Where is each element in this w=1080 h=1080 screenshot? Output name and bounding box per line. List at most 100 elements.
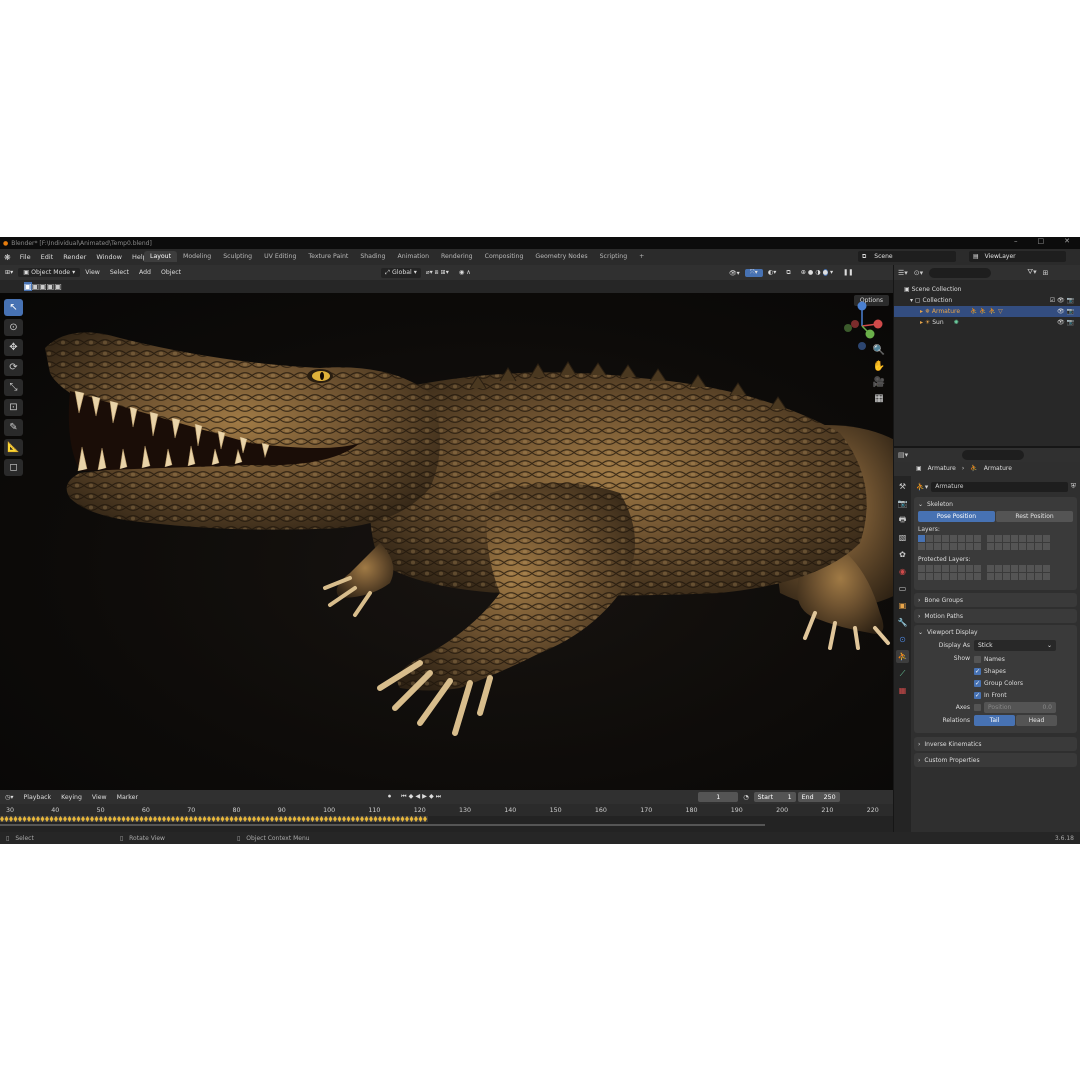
display-as-dropdown[interactable]: Stick ⌄ — [974, 639, 1056, 651]
custom-properties-panel[interactable]: › Custom Properties — [914, 753, 1077, 767]
grid-view-icon[interactable]: ▦ — [874, 393, 883, 404]
transform-orientation[interactable]: ⤢ Global ▾ — [381, 267, 421, 278]
select-mode-icons[interactable]: ▣▣▣▣▣ — [24, 282, 62, 291]
tool-tab-icon[interactable]: ⚒ — [896, 480, 909, 493]
start-frame-field[interactable]: Start 1 — [753, 792, 796, 802]
rest-position-button[interactable]: Rest Position — [996, 511, 1073, 522]
menu-file[interactable]: File — [15, 253, 36, 261]
axes-position-field[interactable]: Position 0.0 — [984, 702, 1056, 713]
axes-checkbox[interactable] — [974, 704, 981, 711]
group-colors-checkbox[interactable]: ✓ Group Colors — [974, 677, 1023, 689]
add-cube-tool-icon[interactable]: ◻ — [4, 459, 23, 476]
properties-editor-icon[interactable]: ▤▾ — [898, 451, 908, 459]
world-tab-icon[interactable]: ◉ — [896, 565, 909, 578]
proportional-edit-icon[interactable]: ◉ ∧ — [454, 269, 476, 276]
end-frame-field[interactable]: End 250 — [797, 792, 840, 802]
transform-tool-icon[interactable]: ⊡ — [4, 399, 23, 416]
scene-selector[interactable]: ⧉ Scene — [858, 251, 956, 262]
tab-compositing[interactable]: Compositing — [479, 251, 530, 262]
close-icon[interactable]: ✕ — [1064, 237, 1070, 245]
tab-shading[interactable]: Shading — [354, 251, 391, 262]
3d-viewport[interactable]: ↖ ⊙ ✥ ⟳ ⤡ ⊡ ✎ 📐 ◻ Options 🔍 ✋ 🎥 ▦ — [0, 293, 893, 790]
protected-layers-grid[interactable] — [914, 565, 1077, 580]
maximize-icon[interactable]: □ — [1038, 237, 1045, 245]
armature-toggles[interactable]: 👁 📷 — [1057, 306, 1074, 317]
timeline-menu-view[interactable]: View — [87, 794, 112, 801]
cursor-tool-icon[interactable]: ⊙ — [4, 319, 23, 336]
camera-icon[interactable]: 🎥 — [873, 377, 885, 388]
scale-tool-icon[interactable]: ⤡ — [4, 379, 23, 396]
timeline-menu-marker[interactable]: Marker — [112, 794, 143, 801]
timeline-menu-keying[interactable]: Keying — [56, 794, 87, 801]
menu-select[interactable]: Select — [105, 269, 134, 276]
menu-view[interactable]: View — [80, 269, 105, 276]
measure-tool-icon[interactable]: 📐 — [4, 439, 23, 456]
playback-controls[interactable]: ⏮◆◀▶◆⏭ — [396, 793, 448, 801]
shading-modes[interactable]: ⊕ ● ◑ ● ▾ — [796, 269, 838, 276]
add-workspace-icon[interactable]: + — [633, 251, 650, 262]
inverse-kinematics-panel[interactable]: › Inverse Kinematics — [914, 737, 1077, 751]
select-box-tool-icon[interactable]: ↖ — [4, 299, 23, 316]
relations-tail-button[interactable]: Tail — [974, 715, 1015, 726]
scene-tab-icon[interactable]: ✿ — [896, 548, 909, 561]
in-front-checkbox[interactable]: ✓ In Front — [974, 689, 1023, 701]
tab-sculpting[interactable]: Sculpting — [217, 251, 258, 262]
relations-head-button[interactable]: Head — [1016, 715, 1057, 726]
view-layer-selector[interactable]: ▤ ViewLayer — [969, 251, 1066, 262]
outliner-editor-icon[interactable]: ☰▾ — [898, 269, 908, 277]
constraint-tab-icon[interactable]: ⊙ — [896, 633, 909, 646]
tab-scripting[interactable]: Scripting — [594, 251, 634, 262]
timeline-keyframes[interactable] — [0, 816, 893, 832]
bone-tab-icon[interactable]: ⟋ — [896, 667, 909, 680]
modifier-tab-icon[interactable]: 🔧 — [896, 616, 909, 629]
collection-toggles[interactable]: ☑ 👁 📷 — [1050, 295, 1074, 306]
shapes-checkbox[interactable]: ✓ Shapes — [974, 665, 1023, 677]
tab-modeling[interactable]: Modeling — [177, 251, 217, 262]
pause-icon[interactable]: ❚❚ — [838, 269, 858, 276]
tab-layout[interactable]: Layout — [144, 251, 178, 262]
timeline-menu-playback[interactable]: Playback — [19, 794, 57, 801]
menu-render[interactable]: Render — [58, 253, 91, 261]
bone-groups-panel[interactable]: › Bone Groups — [914, 593, 1077, 607]
menu-add[interactable]: Add — [134, 269, 156, 276]
tab-animation[interactable]: Animation — [391, 251, 435, 262]
scene-collection-row[interactable]: ▣ Scene Collection — [904, 284, 1080, 295]
blender-menu-icon[interactable]: ❋ — [0, 253, 15, 262]
menu-object[interactable]: Object — [156, 269, 186, 276]
sun-toggles[interactable]: 👁 📷 — [1057, 317, 1074, 328]
armature-browse-icon[interactable]: ⛹▾ — [916, 483, 928, 491]
motion-paths-panel[interactable]: › Motion Paths — [914, 609, 1077, 623]
timeline-ruler[interactable]: 30 40 50 60 70 80 90 100 110 120 130 140 150 160 170 18… — [0, 804, 893, 816]
outliner-item-armature[interactable]: ▸ ✵ Armature ⛹ ⛹ ⛹ ▽ 👁 📷 — [894, 306, 1080, 317]
rotate-tool-icon[interactable]: ⟳ — [4, 359, 23, 376]
new-collection-icon[interactable]: ⊞ — [1043, 269, 1049, 277]
data-name-field[interactable]: Armature — [931, 481, 1068, 492]
pose-position-button[interactable]: Pose Position — [918, 511, 995, 522]
outliner-search[interactable] — [929, 267, 992, 278]
record-button[interactable]: ⏺ — [383, 793, 396, 801]
outliner-item-sun[interactable]: ▸ ☀ Sun ✺ 👁 📷 — [904, 317, 1080, 328]
xray-icon[interactable]: ⧉ — [781, 269, 795, 277]
current-frame-field[interactable]: 1 — [698, 792, 739, 802]
editor-type-icon[interactable]: ⊞▾ — [0, 269, 18, 276]
pan-hand-icon[interactable]: ✋ — [873, 361, 885, 372]
overlay-toggle-icon[interactable]: ◐▾ — [763, 269, 782, 276]
names-checkbox[interactable]: Names — [974, 653, 1023, 665]
minimize-icon[interactable]: – — [1014, 237, 1018, 245]
skeleton-header[interactable]: ⌄ Skeleton — [914, 497, 1077, 511]
properties-search[interactable] — [962, 450, 1025, 460]
menu-edit[interactable]: Edit — [36, 253, 59, 261]
tab-geometry-nodes[interactable]: Geometry Nodes — [529, 251, 593, 262]
mode-selector[interactable]: ▣ Object Mode ▾ — [18, 268, 81, 277]
texture-tab-icon[interactable]: ▦ — [896, 684, 909, 697]
tab-texture-paint[interactable]: Texture Paint — [302, 251, 354, 262]
display-mode-icon[interactable]: ⊙▾ — [914, 269, 923, 277]
gizmo-toggle-icon[interactable]: ⤧▾ — [744, 268, 763, 277]
annotate-tool-icon[interactable]: ✎ — [4, 419, 23, 436]
fake-user-icon[interactable]: ⛨ — [1071, 482, 1076, 491]
object-tab-icon[interactable]: ▣ — [896, 599, 909, 612]
layers-grid[interactable] — [914, 535, 1077, 550]
render-tab-icon[interactable]: 📷 — [896, 497, 909, 510]
move-tool-icon[interactable]: ✥ — [4, 339, 23, 356]
snap-icon[interactable]: ⌀▾ ⧈ ⊞▾ — [421, 269, 454, 277]
